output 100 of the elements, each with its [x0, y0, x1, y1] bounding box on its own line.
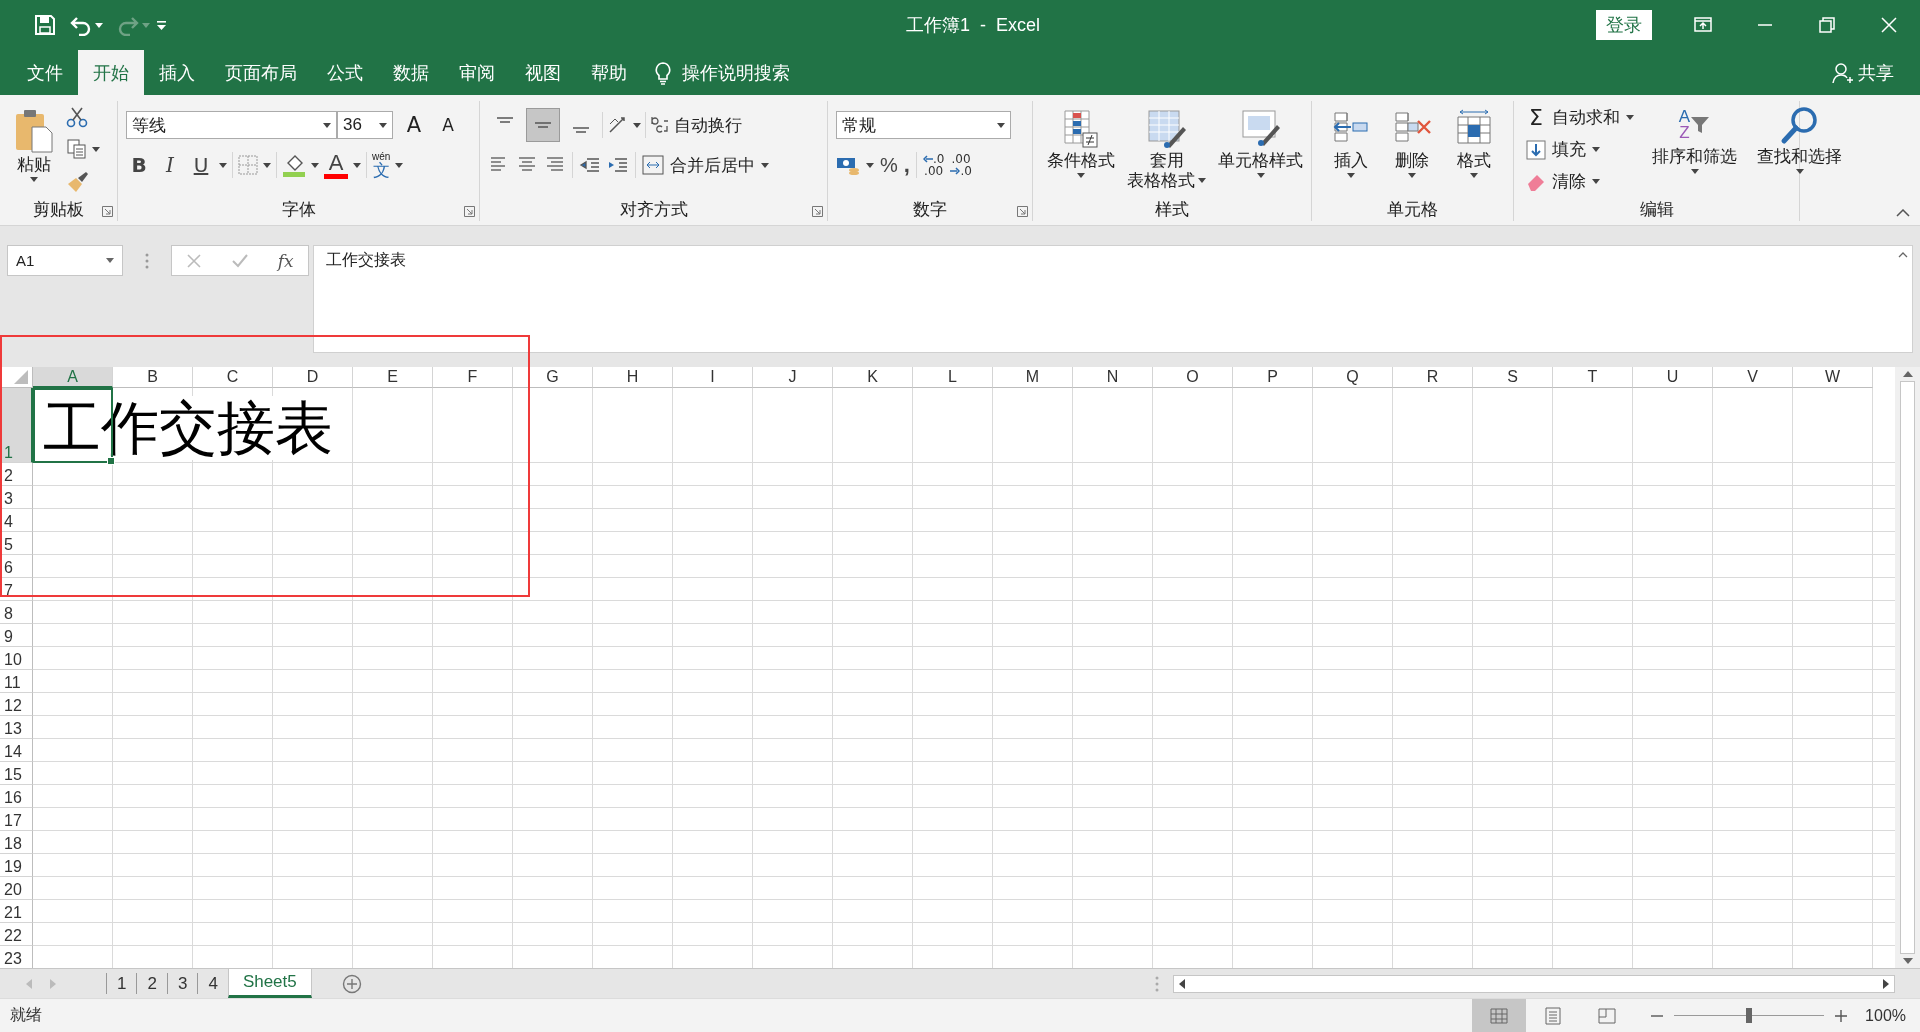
- caret-icon[interactable]: [106, 258, 114, 263]
- column-header[interactable]: G: [513, 367, 593, 388]
- caret-icon[interactable]: [1795, 168, 1804, 174]
- person-icon[interactable]: [1832, 61, 1854, 84]
- clear-button[interactable]: 清除: [1526, 169, 1634, 193]
- bold-button[interactable]: B: [126, 148, 152, 182]
- dialog-launcher-icon[interactable]: [464, 206, 475, 217]
- close-icon[interactable]: [1879, 15, 1899, 35]
- column-header[interactable]: N: [1073, 367, 1153, 388]
- percent-button[interactable]: %: [880, 153, 898, 177]
- collapse-ribbon-icon[interactable]: [1896, 209, 1910, 217]
- row-header[interactable]: 12: [0, 693, 33, 716]
- row-header[interactable]: 17: [0, 808, 33, 831]
- italic-button[interactable]: I: [157, 148, 183, 182]
- font-size-field[interactable]: 36: [337, 111, 393, 139]
- row-header[interactable]: 5: [0, 532, 33, 555]
- grow-font-button[interactable]: A: [397, 108, 431, 142]
- caret-icon[interactable]: [1256, 172, 1265, 178]
- left-arrow-icon[interactable]: [922, 155, 933, 163]
- wrap-text-button[interactable]: 自动换行: [650, 113, 742, 137]
- shrink-font-button[interactable]: A: [431, 108, 465, 142]
- font-color-button[interactable]: A: [324, 151, 348, 179]
- sheet-tab[interactable]: Sheet5: [227, 969, 312, 998]
- caret-icon[interactable]: [761, 162, 769, 168]
- row-header[interactable]: 3: [0, 486, 33, 509]
- scroll-down-icon[interactable]: [1902, 958, 1913, 964]
- insert-function-button[interactable]: fx: [277, 250, 294, 271]
- column-header[interactable]: W: [1793, 367, 1873, 388]
- decrease-decimal-button[interactable]: .00 .0: [950, 153, 972, 177]
- column-header[interactable]: B: [113, 367, 193, 388]
- zoom-in-icon[interactable]: [1834, 1008, 1848, 1023]
- column-header[interactable]: H: [593, 367, 673, 388]
- caret-icon[interactable]: [395, 162, 404, 168]
- wrap-text-icon[interactable]: [650, 114, 670, 136]
- ribbon-tab[interactable]: 页面布局: [210, 50, 312, 95]
- name-box[interactable]: A1: [7, 245, 123, 276]
- row-header[interactable]: 18: [0, 831, 33, 854]
- sort-filter-button[interactable]: A Z 排序和筛选: [1646, 101, 1743, 197]
- caret-icon[interactable]: [323, 122, 331, 128]
- cells-button[interactable]: 插入: [1324, 105, 1377, 197]
- column-header[interactable]: K: [833, 367, 913, 388]
- lightbulb-icon[interactable]: [654, 60, 672, 85]
- row-header[interactable]: 19: [0, 854, 33, 877]
- row-header[interactable]: 16: [0, 785, 33, 808]
- row-header[interactable]: 21: [0, 900, 33, 923]
- sheet-tab[interactable]: 3: [166, 973, 198, 994]
- column-header[interactable]: A: [33, 367, 113, 388]
- autosum-button[interactable]: Σ 自动求和: [1526, 105, 1634, 131]
- grip-icon[interactable]: [145, 253, 149, 269]
- zoom-percent[interactable]: 100%: [1848, 1006, 1920, 1025]
- column-header[interactable]: M: [993, 367, 1073, 388]
- row-header[interactable]: 22: [0, 923, 33, 946]
- currency-icon[interactable]: [836, 155, 860, 175]
- caret-icon[interactable]: [1626, 115, 1634, 121]
- caret-icon[interactable]: [633, 122, 641, 128]
- fill-color-icon[interactable]: [282, 153, 306, 177]
- ribbon-tab[interactable]: 文件: [12, 50, 78, 95]
- check-icon[interactable]: [231, 252, 250, 269]
- row-header[interactable]: 8: [0, 601, 33, 624]
- increase-decimal-button[interactable]: .0 .00: [922, 153, 945, 177]
- column-header[interactable]: U: [1633, 367, 1713, 388]
- dialog-launcher-icon[interactable]: [812, 206, 823, 217]
- zoom-slider-thumb[interactable]: [1746, 1008, 1752, 1023]
- row-header[interactable]: 15: [0, 762, 33, 785]
- column-header[interactable]: D: [273, 367, 353, 388]
- add-sheet-icon[interactable]: [341, 973, 362, 994]
- row-header[interactable]: 1: [0, 388, 33, 463]
- column-header[interactable]: R: [1393, 367, 1473, 388]
- row-header[interactable]: 11: [0, 670, 33, 693]
- caret-icon[interactable]: [1592, 147, 1600, 153]
- caret-icon[interactable]: [95, 22, 103, 28]
- horizontal-scrollbar[interactable]: [1173, 974, 1895, 993]
- caret-icon[interactable]: [866, 162, 874, 168]
- find-select-button[interactable]: 查找和选择: [1751, 101, 1848, 197]
- column-header[interactable]: Q: [1313, 367, 1393, 388]
- column-header[interactable]: S: [1473, 367, 1553, 388]
- caret-icon[interactable]: [92, 146, 100, 152]
- grip-icon[interactable]: [1155, 975, 1159, 992]
- caret-icon[interactable]: [311, 162, 319, 168]
- page-break-view-icon[interactable]: [1597, 1006, 1617, 1025]
- row-header[interactable]: 10: [0, 647, 33, 670]
- column-header[interactable]: C: [193, 367, 273, 388]
- number-format-field[interactable]: 常规: [836, 111, 1011, 139]
- ribbon-tab[interactable]: 审阅: [444, 50, 510, 95]
- paste-button[interactable]: 粘贴: [8, 101, 60, 197]
- column-header[interactable]: V: [1713, 367, 1793, 388]
- align-middle-button[interactable]: [526, 108, 560, 142]
- fill-button[interactable]: 填充: [1526, 138, 1634, 162]
- row-header[interactable]: 14: [0, 739, 33, 762]
- ribbon-tab[interactable]: 数据: [378, 50, 444, 95]
- tell-me-search[interactable]: 操作说明搜索: [682, 60, 790, 85]
- scrollbar-thumb[interactable]: [1900, 381, 1915, 954]
- caret-icon[interactable]: [379, 122, 387, 128]
- caret-icon[interactable]: [1346, 172, 1355, 178]
- dialog-launcher-icon[interactable]: [1017, 206, 1028, 217]
- column-header[interactable]: P: [1233, 367, 1313, 388]
- underline-button[interactable]: U: [188, 148, 214, 182]
- ribbon-tab[interactable]: 插入: [144, 50, 210, 95]
- row-header[interactable]: 20: [0, 877, 33, 900]
- ribbon-tab[interactable]: 视图: [510, 50, 576, 95]
